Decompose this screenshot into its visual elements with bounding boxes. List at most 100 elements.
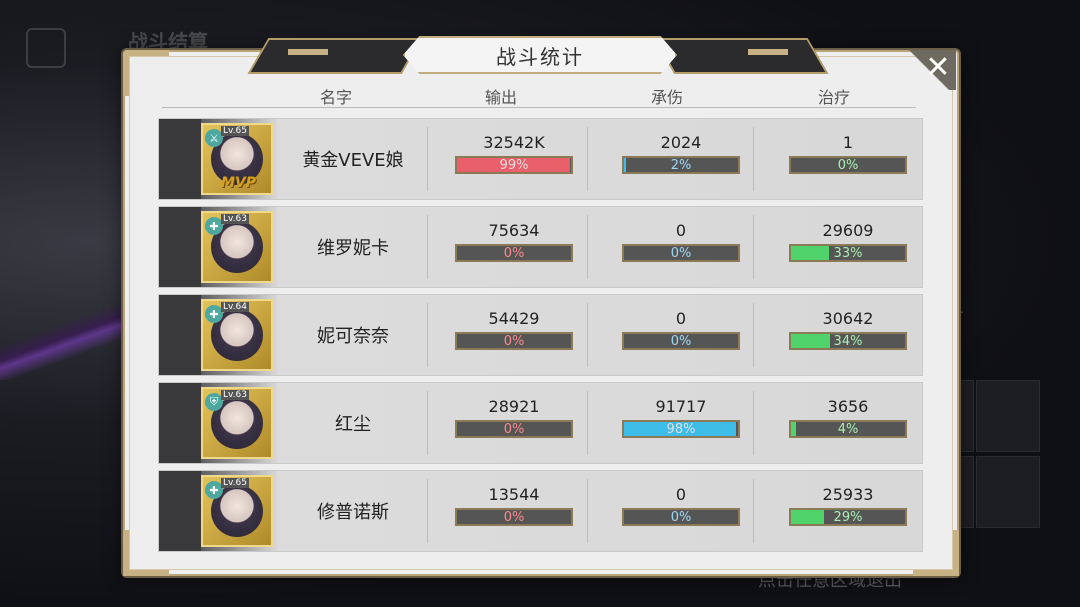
- damage-bar: 0%: [455, 420, 573, 438]
- table-row: ⚔ Lv.65 MVP 黄金VEVE娘 32542K 99% 2024 2% 1: [158, 118, 923, 200]
- heal-cell: 1 0%: [770, 133, 926, 174]
- mvp-badge: MVP: [221, 175, 257, 191]
- taken-value: 0: [675, 309, 687, 328]
- row-accent: [159, 119, 201, 199]
- level-badge: Lv.63: [221, 390, 249, 400]
- damage-value: 32542K: [483, 133, 545, 152]
- header-heal: 治疗: [817, 88, 850, 107]
- taken-cell: 2024 2%: [603, 133, 759, 174]
- damage-percent: 0%: [503, 333, 525, 349]
- heal-value: 30642: [822, 309, 874, 328]
- taken-percent: 0%: [670, 245, 692, 261]
- heal-percent: 33%: [833, 245, 863, 261]
- character-name: 维罗妮卡: [317, 238, 389, 259]
- damage-cell: 32542K 99%: [436, 133, 592, 174]
- damage-bar: 0%: [455, 332, 573, 350]
- taken-cell: 91717 98%: [603, 397, 759, 438]
- character-name: 修普诺斯: [317, 502, 389, 523]
- level-badge: Lv.63: [221, 214, 249, 224]
- taken-cell: 0 0%: [603, 485, 759, 526]
- character-name: 妮可奈奈: [317, 326, 389, 347]
- heal-percent: 29%: [833, 509, 863, 525]
- damage-cell: 13544 0%: [436, 485, 592, 526]
- heal-value: 25933: [822, 485, 874, 504]
- taken-percent: 0%: [670, 333, 692, 349]
- heal-value: 1: [842, 133, 854, 152]
- taken-value: 0: [675, 485, 687, 504]
- heal-cell: 3656 4%: [770, 397, 926, 438]
- character-avatar[interactable]: ✚ Lv.64: [201, 299, 273, 371]
- table-row: ⛨ Lv.63 红尘 28921 0% 91717 98% 3656 4%: [158, 382, 923, 464]
- level-badge: Lv.64: [221, 302, 249, 312]
- level-badge: Lv.65: [221, 478, 249, 488]
- taken-cell: 0 0%: [603, 309, 759, 350]
- dialog-title: 战斗统计: [403, 36, 677, 74]
- character-avatar[interactable]: ✚ Lv.63: [201, 211, 273, 283]
- row-accent: [159, 471, 201, 551]
- heal-bar: 0%: [789, 156, 907, 174]
- taken-bar: 0%: [622, 508, 740, 526]
- damage-cell: 75634 0%: [436, 221, 592, 262]
- taken-bar: 0%: [622, 244, 740, 262]
- column-divider: [427, 127, 428, 191]
- damage-bar: 0%: [455, 508, 573, 526]
- heal-percent: 4%: [837, 421, 859, 437]
- header-damage: 输出: [484, 88, 517, 107]
- taken-value: 0: [675, 221, 687, 240]
- damage-bar: 99%: [455, 156, 573, 174]
- title-wing-left: [247, 38, 423, 74]
- level-badge: Lv.65: [221, 126, 249, 136]
- heal-bar: 29%: [789, 508, 907, 526]
- taken-percent: 0%: [670, 509, 692, 525]
- column-divider: [427, 303, 428, 367]
- damage-percent: 99%: [499, 157, 529, 173]
- heal-value: 29609: [822, 221, 874, 240]
- character-avatar[interactable]: ⛨ Lv.63: [201, 387, 273, 459]
- taken-bar: 0%: [622, 332, 740, 350]
- damage-percent: 0%: [503, 421, 525, 437]
- character-avatar[interactable]: ✚ Lv.65: [201, 475, 273, 547]
- heal-bar: 4%: [789, 420, 907, 438]
- heal-bar: 34%: [789, 332, 907, 350]
- dialog-title-bar: 战斗统计: [247, 34, 829, 74]
- taken-value: 91717: [655, 397, 707, 416]
- table-row: ✚ Lv.63 维罗妮卡 75634 0% 0 0% 29609 33%: [158, 206, 923, 288]
- heal-bar: 33%: [789, 244, 907, 262]
- heal-value: 3656: [827, 397, 869, 416]
- damage-cell: 54429 0%: [436, 309, 592, 350]
- heal-cell: 25933 29%: [770, 485, 926, 526]
- damage-percent: 0%: [503, 509, 525, 525]
- row-accent: [159, 207, 201, 287]
- taken-value: 2024: [660, 133, 702, 152]
- header-name: 名字: [319, 88, 352, 107]
- damage-cell: 28921 0%: [436, 397, 592, 438]
- header-divider: [162, 107, 916, 108]
- close-icon[interactable]: ✕: [925, 53, 950, 83]
- character-name: 黄金VEVE娘: [302, 150, 404, 171]
- title-wing-right: [653, 38, 829, 74]
- taken-bar: 98%: [622, 420, 740, 438]
- damage-percent: 0%: [503, 245, 525, 261]
- heal-cell: 30642 34%: [770, 309, 926, 350]
- damage-value: 13544: [488, 485, 540, 504]
- taken-cell: 0 0%: [603, 221, 759, 262]
- taken-percent: 2%: [670, 157, 692, 173]
- damage-bar: 0%: [455, 244, 573, 262]
- column-divider: [427, 479, 428, 543]
- header-taken: 承伤: [650, 88, 683, 107]
- character-name: 红尘: [335, 414, 371, 435]
- report-icon: [26, 28, 66, 68]
- table-row: ✚ Lv.64 妮可奈奈 54429 0% 0 0% 30642 34%: [158, 294, 923, 376]
- title-ornament: [288, 49, 328, 55]
- damage-value: 54429: [488, 309, 540, 328]
- character-avatar[interactable]: ⚔ Lv.65 MVP: [201, 123, 273, 195]
- title-ornament: [748, 49, 788, 55]
- table-row: ✚ Lv.65 修普诺斯 13544 0% 0 0% 25933 29%: [158, 470, 923, 552]
- taken-percent: 98%: [666, 421, 696, 437]
- heal-percent: 0%: [837, 157, 859, 173]
- column-divider: [427, 215, 428, 279]
- damage-value: 28921: [488, 397, 540, 416]
- row-accent: [159, 383, 201, 463]
- row-accent: [159, 295, 201, 375]
- taken-bar: 2%: [622, 156, 740, 174]
